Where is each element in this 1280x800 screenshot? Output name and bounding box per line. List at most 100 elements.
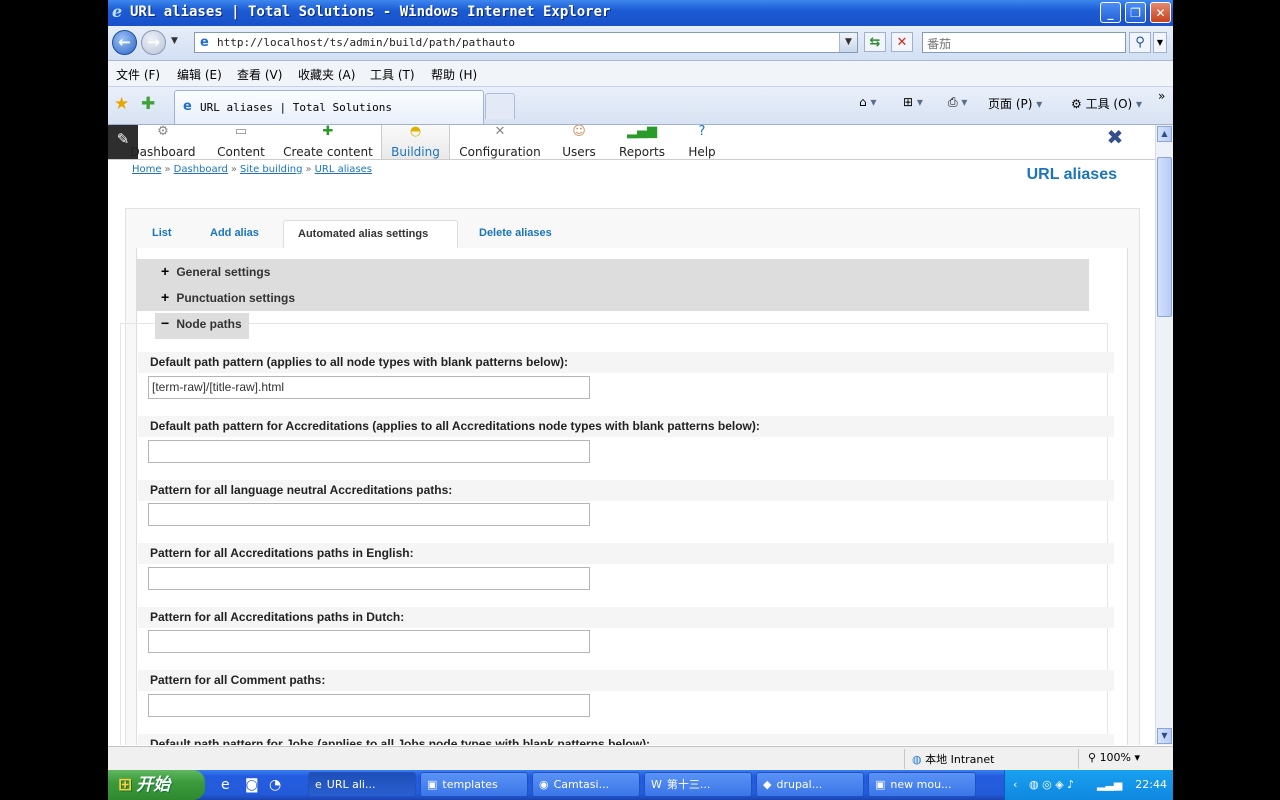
breadcrumb: Home» Dashboard» Site building» URL aliases <box>132 164 372 175</box>
chevron-right-icon[interactable]: » <box>1158 89 1165 103</box>
page-icon: e <box>200 35 209 50</box>
user-icon: ☺ <box>572 125 586 139</box>
menu-tools[interactable]: 工具 (T) <box>370 66 415 83</box>
default-pattern-input[interactable]: [term-raw]/[title-raw].html <box>148 376 590 399</box>
quicklaunch-desktop-icon[interactable]: ◔ <box>269 777 281 793</box>
search-input[interactable]: 番茄 <box>922 32 1126 53</box>
forward-button[interactable]: → <box>141 30 166 55</box>
word-icon: W <box>651 778 662 791</box>
url-dropdown-icon[interactable]: ▼ <box>839 33 857 52</box>
field-label-jobs-default: Default path pattern for Jobs (applies t… <box>150 737 651 745</box>
tools-menu-label: 工具 (O) <box>1085 97 1133 111</box>
taskbar-item-camtasia[interactable]: ◉ Camtasi... <box>532 772 640 797</box>
admin-menu-users[interactable]: ☺ Users <box>554 125 604 159</box>
tab-delete-aliases[interactable]: Delete aliases <box>465 220 566 248</box>
start-label: 开始 <box>136 775 171 795</box>
admin-menu-label: Content <box>217 145 265 159</box>
folder-icon: ▣ <box>875 778 886 791</box>
quicklaunch-app-icon[interactable]: ◙ <box>245 777 259 793</box>
taskbar-item-word[interactable]: W 第十三... <box>644 772 752 797</box>
gauge-icon: ⚙ <box>157 125 169 139</box>
breadcrumb-url-aliases[interactable]: URL aliases <box>315 164 372 175</box>
secondary-tabs: List Add alias Automated alias settings … <box>136 220 1126 249</box>
folder-icon: ▣ <box>427 778 438 791</box>
menu-edit[interactable]: 编辑 (E) <box>177 66 222 83</box>
tab-list[interactable]: List <box>138 220 186 248</box>
ie-menu-bar: 文件 (F) 编辑 (E) 查看 (V) 收藏夹 (A) 工具 (T) 帮助 (… <box>108 61 1173 87</box>
taskbar-item-ie[interactable]: e URL ali... <box>308 772 416 797</box>
task-label: templates <box>442 778 498 791</box>
search-icon[interactable]: ⚲ <box>1129 32 1151 53</box>
admin-menu-help[interactable]: ? Help <box>682 125 722 159</box>
page-menu-button[interactable]: 页面 (P) ▾ <box>988 95 1042 112</box>
url-field[interactable]: e http://localhost/ts/admin/build/path/p… <box>194 32 858 53</box>
menu-help[interactable]: 帮助 (H) <box>431 66 477 83</box>
admin-menu-create-content[interactable]: ✚ Create content <box>282 125 374 159</box>
history-dropdown-icon[interactable]: ▼ <box>171 36 178 46</box>
taskbar-item-drupal[interactable]: ◆ drupal... <box>756 772 864 797</box>
accreditations-default-input[interactable] <box>148 440 590 463</box>
print-icon[interactable]: ⎙ ▾ <box>948 95 967 110</box>
task-label: 第十三... <box>666 778 711 791</box>
accreditations-neutral-input[interactable] <box>148 503 590 526</box>
address-bar: ← → ▼ e http://localhost/ts/admin/build/… <box>108 26 1173 61</box>
tray-app-icons[interactable]: ◍ ◎ ◈ ♪ <box>1029 778 1074 791</box>
breadcrumb-dashboard[interactable]: Dashboard <box>174 164 228 175</box>
accreditations-english-input[interactable] <box>148 567 590 590</box>
ie-logo-icon: e <box>112 2 123 21</box>
new-tab-button[interactable] <box>485 93 515 119</box>
close-button[interactable]: ✕ <box>1150 2 1171 23</box>
admin-menu-content[interactable]: ▭ Content <box>210 125 272 159</box>
page-viewport: ✎ ⚙ Dashboard ▭ Content ✚ Create content… <box>108 125 1155 745</box>
search-options-dropdown-icon[interactable]: ▼ <box>1153 32 1167 53</box>
fieldset-punctuation-settings[interactable]: + Punctuation settings <box>161 284 295 310</box>
comment-pattern-input[interactable] <box>148 694 590 717</box>
vertical-scrollbar[interactable]: ▲ ▼ <box>1155 125 1173 745</box>
maximize-button[interactable]: ❐ <box>1125 2 1146 23</box>
tools-icon: ✕ <box>494 125 506 139</box>
taskbar-item-templates[interactable]: ▣ templates <box>420 772 528 797</box>
minimize-button[interactable]: _ <box>1100 2 1121 23</box>
tab-page-icon: e <box>183 99 192 114</box>
home-icon[interactable]: ⌂ ▾ <box>859 95 876 109</box>
admin-menu-building[interactable]: ◓ Building <box>381 125 450 159</box>
menu-favorites[interactable]: 收藏夹 (A) <box>298 66 355 83</box>
admin-menu-reports[interactable]: ▂▄▆ Reports <box>616 125 668 159</box>
stop-button[interactable]: ✕ <box>891 32 913 52</box>
field-label-default-pattern: Default path pattern (applies to all nod… <box>150 355 569 369</box>
zoom-icon: ⚲ <box>1088 751 1097 764</box>
tray-expand-icon[interactable]: ‹ <box>1013 778 1017 791</box>
tab-automated-alias-settings[interactable]: Automated alias settings <box>283 220 458 248</box>
scroll-down-icon[interactable]: ▼ <box>1157 728 1172 744</box>
browser-tab[interactable]: e URL aliases | Total Solutions <box>174 90 484 124</box>
scroll-up-icon[interactable]: ▲ <box>1157 126 1172 142</box>
breadcrumb-home[interactable]: Home <box>132 164 162 175</box>
signal-icon[interactable]: ▂▃▅ <box>1097 778 1122 791</box>
feeds-icon[interactable]: ⊞ ▾ <box>903 95 923 109</box>
zoom-control[interactable]: ⚲ 100% ▾ <box>1088 751 1140 764</box>
menu-file[interactable]: 文件 (F) <box>116 66 160 83</box>
page-menu-label: 页面 (P) <box>988 97 1033 111</box>
system-tray: ‹ ◍ ◎ ◈ ♪ ▂▃▅ 22:44 <box>1004 770 1173 800</box>
zoom-dropdown-icon: ▾ <box>1134 751 1141 764</box>
fieldset-general-settings[interactable]: + General settings <box>161 258 270 284</box>
fieldset-node-paths[interactable]: − Node paths <box>161 310 242 336</box>
tab-add-alias[interactable]: Add alias <box>196 220 273 248</box>
scroll-thumb[interactable] <box>1157 157 1172 317</box>
tools-menu-button[interactable]: ⚙ 工具 (O) ▾ <box>1071 95 1142 112</box>
admin-menu-dashboard[interactable]: ⚙ Dashboard <box>128 125 198 159</box>
favorites-star-icon[interactable]: ★ <box>114 94 129 114</box>
expand-plus-icon: + <box>161 289 170 305</box>
start-button[interactable]: ⊞ 开始 <box>108 770 205 800</box>
breadcrumb-site-building[interactable]: Site building <box>240 164 302 175</box>
fieldset-label: Punctuation settings <box>176 291 296 305</box>
menu-view[interactable]: 查看 (V) <box>237 66 282 83</box>
accreditations-dutch-input[interactable] <box>148 630 590 653</box>
back-button[interactable]: ← <box>112 30 137 55</box>
taskbar-item-new-folder[interactable]: ▣ new mou... <box>868 772 976 797</box>
admin-menu-configuration[interactable]: ✕ Configuration <box>458 125 542 159</box>
admin-menu-label: Users <box>562 145 596 159</box>
quicklaunch-ie-icon[interactable]: e <box>221 777 230 793</box>
refresh-button[interactable]: ⇆ <box>864 32 886 52</box>
add-favorite-icon[interactable]: ✚ <box>141 94 155 114</box>
